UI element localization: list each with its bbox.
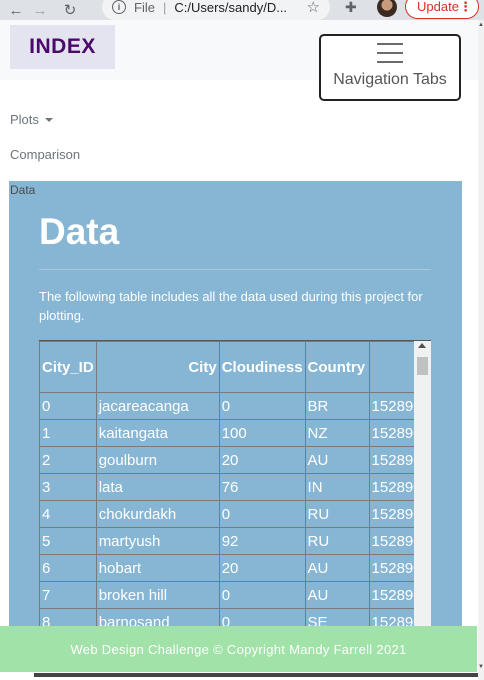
- table-row: 3 lata 76 IN 152890: [39, 473, 430, 501]
- brand-index-link[interactable]: INDEX: [10, 25, 115, 69]
- table-row: 0 jacareacanga 0 BR 152890: [39, 392, 430, 420]
- cell-city-id: 2: [39, 446, 97, 474]
- column-header-city-id: City_ID: [39, 341, 97, 393]
- cell-country: RU: [304, 527, 370, 555]
- page-title: Data: [39, 211, 120, 252]
- table-row: 4 chokurdakh 0 RU 152890: [39, 500, 430, 528]
- cell-country: AU: [304, 554, 370, 582]
- nav-data-link[interactable]: Data: [10, 183, 35, 197]
- info-icon[interactable]: i: [112, 0, 126, 14]
- cell-cloudiness: 0: [218, 608, 306, 626]
- cell-city-id: 7: [39, 581, 97, 609]
- scroll-down-icon[interactable]: ▼: [478, 664, 484, 670]
- cell-country: IN: [304, 473, 370, 501]
- scroll-up-icon[interactable]: ▲: [478, 22, 484, 28]
- cell-country: SE: [304, 608, 370, 626]
- cell-cloudiness: 0: [218, 500, 306, 528]
- scroll-thumb[interactable]: [417, 357, 428, 375]
- cell-cloudiness: 20: [218, 554, 306, 582]
- cell-city: martyush: [95, 527, 220, 555]
- nav-plots-label: Plots: [10, 112, 39, 127]
- update-label: Update: [417, 0, 459, 14]
- intro-text: The following table includes all the dat…: [39, 289, 423, 323]
- cell-cloudiness: 76: [218, 473, 306, 501]
- horizontal-scrollbar[interactable]: [34, 673, 478, 677]
- cell-country: AU: [304, 581, 370, 609]
- table-row: 7 broken hill 0 AU 152890: [39, 581, 430, 609]
- footer: Web Design Challenge © Copyright Mandy F…: [0, 626, 477, 672]
- cell-city-id: 5: [39, 527, 97, 555]
- cell-city: kaitangata: [95, 419, 220, 447]
- cell-city-id: 4: [39, 500, 97, 528]
- back-arrow-icon[interactable]: ←: [4, 0, 28, 20]
- footer-text: Web Design Challenge © Copyright Mandy F…: [70, 641, 407, 657]
- navigation-tabs-label: Navigation Tabs: [333, 71, 447, 88]
- column-header-country: Country: [304, 341, 370, 393]
- table-row: 6 hobart 20 AU 152890: [39, 554, 430, 582]
- divider: [39, 269, 431, 270]
- reload-icon[interactable]: ↻: [58, 0, 82, 20]
- browser-update-button[interactable]: Update ⋮: [405, 0, 479, 19]
- nav-comparison-link[interactable]: Comparison: [10, 147, 80, 162]
- cell-city-id: 3: [39, 473, 97, 501]
- address-bar[interactable]: i File | C:/Users/sandy/D... ☆: [102, 0, 330, 20]
- cell-cloudiness: 0: [218, 581, 306, 609]
- data-section: Data Data The following table includes a…: [9, 181, 462, 626]
- cell-city-id: 1: [39, 419, 97, 447]
- cell-country: NZ: [304, 419, 370, 447]
- cell-country: RU: [304, 500, 370, 528]
- cell-city: goulburn: [95, 446, 220, 474]
- cell-city-id: 8: [39, 608, 97, 626]
- more-menu-icon[interactable]: ⋮: [459, 0, 472, 15]
- cell-city-id: 6: [39, 554, 97, 582]
- cell-city: lata: [95, 473, 220, 501]
- url-text[interactable]: C:/Users/sandy/D...: [174, 0, 287, 15]
- cell-city: jacareacanga: [95, 392, 220, 420]
- table-row: 8 barnosand 0 SE 152890: [39, 608, 430, 626]
- cell-cloudiness: 20: [218, 446, 306, 474]
- cell-cloudiness: 100: [218, 419, 306, 447]
- nav-plots-dropdown[interactable]: Plots: [10, 112, 53, 127]
- hamburger-icon: [377, 43, 403, 63]
- scroll-up-icon[interactable]: [418, 343, 426, 348]
- data-table-container[interactable]: City_ID City Cloudiness Country 0 jacarea…: [39, 340, 431, 626]
- page-scrollbar[interactable]: ▲ ▼: [478, 20, 484, 680]
- column-header-city: City: [95, 341, 220, 393]
- table-row: 2 goulburn 20 AU 152890: [39, 446, 430, 474]
- cell-country: AU: [304, 446, 370, 474]
- column-header-cloudiness: Cloudiness: [218, 341, 306, 393]
- cell-city: barnosand: [95, 608, 220, 626]
- table-row: 1 kaitangata 100 NZ 152890: [39, 419, 430, 447]
- table-body: 0 jacareacanga 0 BR 152890 1 kaitangata 100 NZ 15…: [39, 392, 430, 626]
- cell-city-id: 0: [39, 392, 97, 420]
- cell-city: chokurdakh: [95, 500, 220, 528]
- table-scrollbar[interactable]: [414, 341, 431, 626]
- table-header-row: City_ID City Cloudiness Country: [39, 341, 430, 393]
- bookmark-star-icon[interactable]: ☆: [307, 0, 320, 16]
- table-row: 5 martyush 92 RU 152890: [39, 527, 430, 555]
- file-scheme-label: File: [134, 0, 155, 15]
- cell-country: BR: [304, 392, 370, 420]
- data-table: City_ID City Cloudiness Country 0 jacarea…: [39, 341, 430, 626]
- navigation-tabs-toggle-button[interactable]: Navigation Tabs: [319, 34, 461, 101]
- forward-arrow-icon[interactable]: →: [28, 0, 52, 20]
- caret-down-icon: [44, 118, 53, 122]
- cell-city: broken hill: [95, 581, 220, 609]
- cell-city: hobart: [95, 554, 220, 582]
- cell-cloudiness: 0: [218, 392, 306, 420]
- address-separator: |: [162, 0, 167, 15]
- cell-cloudiness: 92: [218, 527, 306, 555]
- extensions-puzzle-icon[interactable]: ✚: [345, 0, 357, 16]
